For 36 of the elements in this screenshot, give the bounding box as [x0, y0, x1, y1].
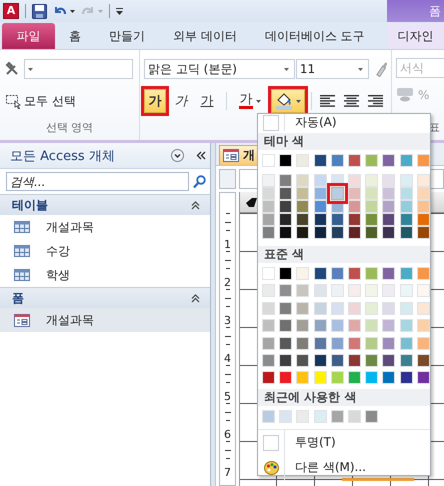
- font-color-button[interactable]: 가: [235, 89, 265, 113]
- menu-item[interactable]: 다른 색(M)...: [258, 455, 430, 480]
- menu-item[interactable]: 자동(A): [258, 114, 430, 131]
- ruler-number: 1: [224, 238, 231, 251]
- ribbon-tab[interactable]: 외부 데이터: [159, 23, 251, 49]
- ruler-number: 4: [224, 352, 231, 365]
- font-style-button[interactable]: 가: [144, 89, 166, 113]
- section-header: 표준 색: [264, 246, 304, 263]
- nav-item[interactable]: 개설과목: [0, 308, 210, 332]
- section-header: 최근에 사용한 색: [264, 389, 356, 406]
- ruler-number: 2: [224, 276, 231, 289]
- ribbon-tab[interactable]: 만들기: [95, 23, 159, 49]
- ribbon-tab[interactable]: 파일: [2, 23, 55, 49]
- ribbon-tab[interactable]: 디자인: [387, 23, 444, 49]
- nav-pane-title: 모든 Access 개체: [10, 148, 116, 164]
- ruler-number: 7: [224, 466, 231, 479]
- nav-item[interactable]: 학생: [0, 263, 210, 287]
- group-label: 선택 영역: [46, 120, 94, 136]
- nav-item[interactable]: 개설과목: [0, 215, 210, 239]
- menu-item[interactable]: 투명(T): [258, 430, 430, 456]
- group-header: 폼: [12, 290, 24, 306]
- context-tab-label: 폼: [429, 2, 441, 20]
- ruler-number: 5: [224, 390, 231, 403]
- select-all-button[interactable]: 모두 선택: [4, 89, 135, 113]
- app-logo: A: [3, 3, 19, 19]
- font-combo[interactable]: 맑은 고딕 (본문): [144, 59, 295, 79]
- font-style-button[interactable]: 가: [170, 89, 192, 113]
- ribbon-tab[interactable]: 데이터베이스 도구: [250, 23, 379, 49]
- ribbon-tab[interactable]: 홈: [55, 23, 95, 49]
- search-field[interactable]: 검색...: [6, 172, 189, 191]
- ruler-number: 3: [224, 314, 231, 327]
- group-header: 테이블: [12, 196, 48, 214]
- nav-item[interactable]: 수강: [0, 239, 210, 263]
- font-size-combo[interactable]: 11: [296, 59, 369, 79]
- ruler-number: 6: [224, 428, 231, 441]
- font-style-button[interactable]: 가: [196, 89, 218, 113]
